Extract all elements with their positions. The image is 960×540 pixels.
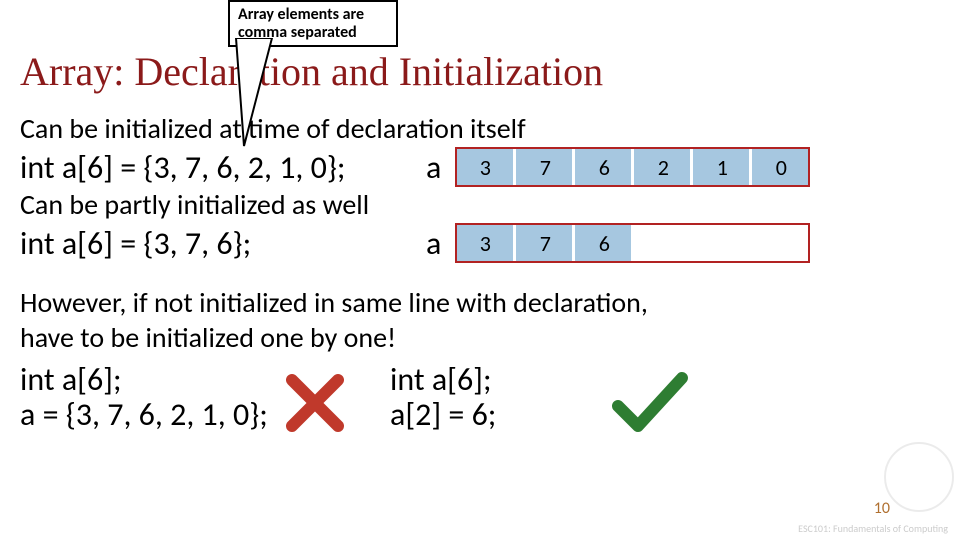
array1-cell-0: 3 xyxy=(457,149,513,185)
slide: Array elements are comma separated Array… xyxy=(0,0,960,540)
array2-cell-1: 7 xyxy=(516,225,572,261)
row-code1: int a[6] = {3, 7, 6, 2, 1, 0}; a 3 7 6 2… xyxy=(20,147,940,187)
paragraph-2: Can be partly initialized as well xyxy=(20,189,940,221)
array1-cell-4: 1 xyxy=(693,149,749,185)
array2-cell-2: 6 xyxy=(575,225,631,261)
array1-cell-5: 0 xyxy=(752,149,808,185)
wrong-line-1: int a[6]; xyxy=(20,362,280,397)
array2-cell-3 xyxy=(634,225,690,261)
array1-cell-2: 6 xyxy=(575,149,631,185)
watermark-logo xyxy=(884,442,954,512)
check-icon xyxy=(590,362,690,438)
right-line-2: a[2] = 6; xyxy=(390,397,590,432)
callout: Array elements are comma separated xyxy=(228,0,398,47)
paragraph-1: Can be initialized at time of declaratio… xyxy=(20,113,940,145)
row-code2: int a[6] = {3, 7, 6}; a 3 7 6 xyxy=(20,223,940,263)
code-1: int a[6] = {3, 7, 6, 2, 1, 0}; xyxy=(20,150,418,185)
array1-cell-1: 7 xyxy=(516,149,572,185)
right-example: int a[6]; a[2] = 6; xyxy=(390,362,590,432)
right-line-1: int a[6]; xyxy=(390,362,590,397)
array-label-2: a xyxy=(426,224,441,263)
footer-label: ESC101: Fundamentals of Computing xyxy=(798,524,948,534)
array2-cell-5 xyxy=(752,225,808,261)
callout-line1: Array elements are xyxy=(238,6,388,24)
slide-title: Array: Declaration and Initialization xyxy=(20,48,940,95)
array-label-1: a xyxy=(426,148,441,187)
array2-cell-0: 3 xyxy=(457,225,513,261)
callout-pointer xyxy=(224,38,284,148)
array1-cell-3: 2 xyxy=(634,149,690,185)
code-2: int a[6] = {3, 7, 6}; xyxy=(20,226,418,261)
paragraph-3b: have to be initialized one by one! xyxy=(20,322,940,354)
cross-icon xyxy=(280,362,390,438)
examples-row: int a[6]; a = {3, 7, 6, 2, 1, 0}; int a[… xyxy=(20,362,940,438)
array-box-2: 3 7 6 xyxy=(455,223,810,263)
array-box-1: 3 7 6 2 1 0 xyxy=(455,147,810,187)
page-number: 10 xyxy=(874,499,890,518)
array2-cell-4 xyxy=(693,225,749,261)
wrong-line-2: a = {3, 7, 6, 2, 1, 0}; xyxy=(20,397,280,432)
paragraph-3a: However, if not initialized in same line… xyxy=(20,287,940,319)
wrong-example: int a[6]; a = {3, 7, 6, 2, 1, 0}; xyxy=(20,362,280,432)
